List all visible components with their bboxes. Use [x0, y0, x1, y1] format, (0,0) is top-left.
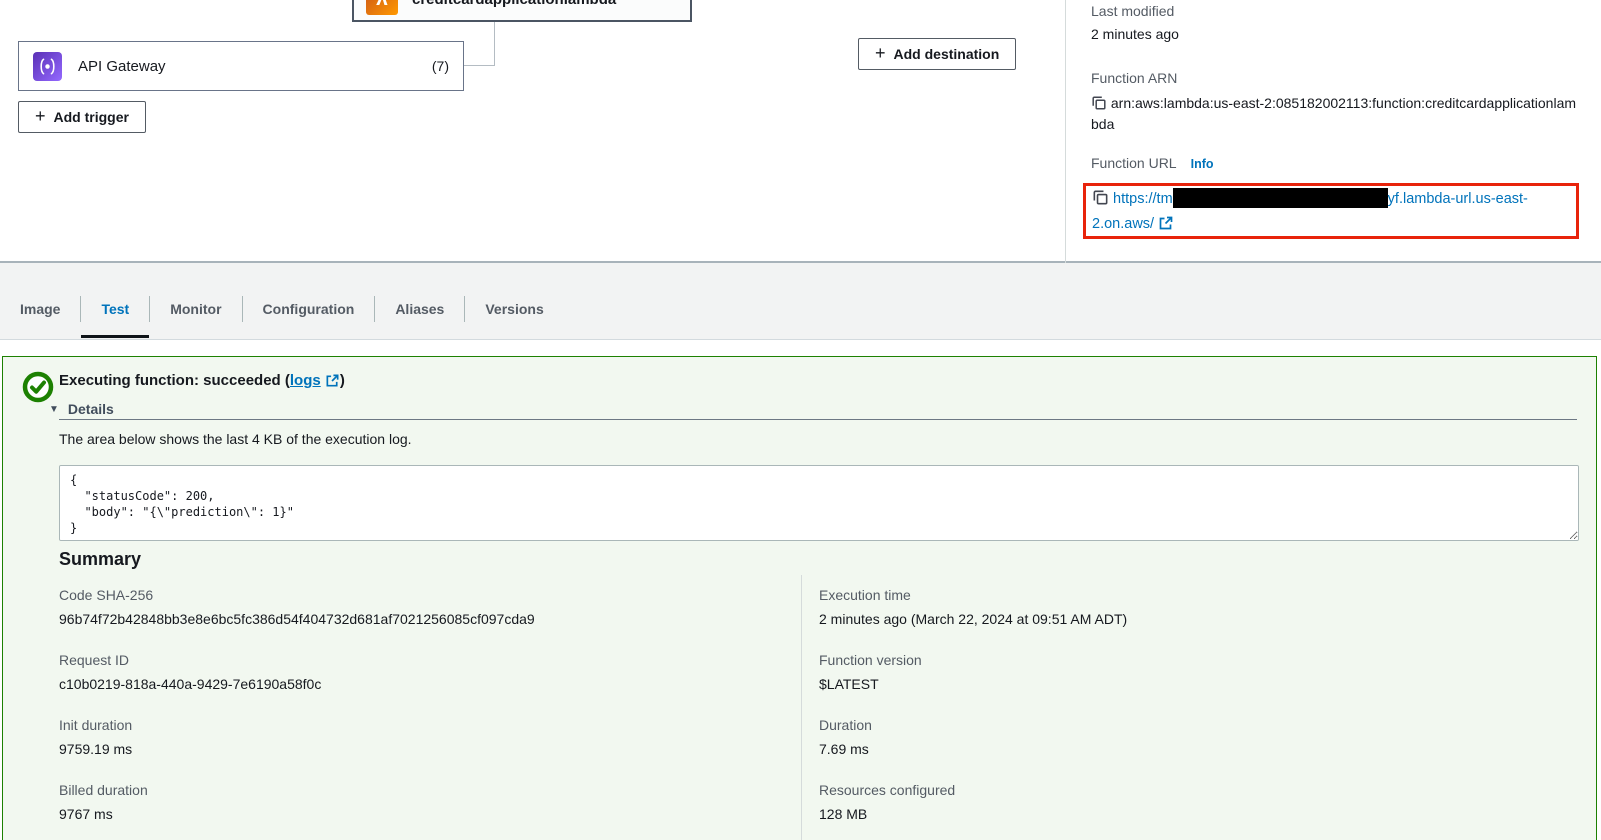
execution-status-title: Executing function: succeeded (logs ): [59, 372, 345, 389]
tab-monitor[interactable]: Monitor: [150, 279, 241, 339]
summary-item-value: 9759.19 ms: [59, 739, 679, 760]
redaction-bar: [1173, 188, 1388, 208]
caret-down-icon: ▼: [49, 404, 59, 415]
summary-item-request-id: Request ID c10b0219-818a-440a-9429-7e619…: [59, 651, 679, 695]
summary-item-function-version: Function version $LATEST: [819, 651, 1439, 695]
summary-item-label: Billed duration: [59, 781, 679, 799]
tab-bar: Image Test Monitor Configuration Aliases…: [0, 263, 1601, 340]
summary-right-column: Execution time 2 minutes ago (March 22, …: [819, 586, 1439, 840]
info-link[interactable]: Info: [1191, 157, 1214, 171]
success-check-icon: [22, 371, 54, 403]
summary-item-label: Duration: [819, 716, 1439, 734]
plus-icon: +: [875, 44, 886, 62]
add-trigger-button[interactable]: + Add trigger: [18, 101, 146, 133]
summary-item-value: 7.69 ms: [819, 739, 1439, 760]
api-gateway-count: (7): [432, 58, 449, 74]
tab-aliases[interactable]: Aliases: [375, 279, 464, 339]
summary-left-column: Code SHA-256 96b74f72b42848bb3e8e6bc5fc3…: [59, 586, 679, 840]
copy-icon[interactable]: [1092, 189, 1109, 206]
summary-item-label: Execution time: [819, 586, 1439, 604]
node-connector-vertical: [494, 22, 495, 65]
function-arn-row: arn:aws:lambda:us-east-2:085182002113:fu…: [1091, 93, 1577, 135]
function-url-highlight-box: https://tmyf.lambda-url.us-east-2.on.aws…: [1083, 183, 1579, 239]
node-connector-horizontal: [464, 65, 495, 66]
tab-configuration[interactable]: Configuration: [243, 279, 375, 339]
execution-log-textarea[interactable]: { "statusCode": 200, "body": "{\"predict…: [59, 465, 1579, 541]
api-gateway-icon: [33, 52, 62, 81]
summary-item-duration: Duration 7.69 ms: [819, 716, 1439, 760]
summary-item-label: Init duration: [59, 716, 679, 734]
summary-item-value: 128 MB: [819, 804, 1439, 825]
api-gateway-label: API Gateway: [78, 58, 166, 75]
log-caption: The area below shows the last 4 KB of th…: [59, 431, 412, 447]
tab-versions[interactable]: Versions: [465, 279, 563, 339]
summary-item-value: c10b0219-818a-440a-9429-7e6190a58f0c: [59, 674, 679, 695]
summary-item-value: 2 minutes ago (March 22, 2024 at 09:51 A…: [819, 609, 1439, 630]
lambda-function-node[interactable]: λ creditcardapplicationlambda: [352, 0, 692, 22]
status-title-close: ): [340, 372, 345, 389]
api-gateway-node[interactable]: API Gateway (7): [18, 41, 464, 91]
add-destination-label: Add destination: [894, 46, 1000, 62]
summary-item-resources-configured: Resources configured 128 MB: [819, 781, 1439, 825]
function-arn-value: arn:aws:lambda:us-east-2:085182002113:fu…: [1091, 95, 1576, 132]
summary-item-init-duration: Init duration 9759.19 ms: [59, 716, 679, 760]
lambda-console-page: λ creditcardapplicationlambda API Gatewa…: [0, 0, 1601, 840]
lambda-icon: λ: [366, 0, 398, 15]
summary-item-label: Request ID: [59, 651, 679, 669]
function-arn-label: Function ARN: [1091, 70, 1177, 86]
summary-column-divider: [801, 575, 802, 840]
summary-item-value: 9767 ms: [59, 804, 679, 825]
execution-result-panel: Executing function: succeeded (logs ) ▼ …: [2, 356, 1597, 840]
summary-item-value: 96b74f72b42848bb3e8e6bc5fc386d54f404732d…: [59, 609, 679, 630]
status-title-text: Executing function: succeeded (: [59, 372, 290, 389]
plus-icon: +: [35, 107, 46, 125]
last-modified-value: 2 minutes ago: [1091, 26, 1179, 42]
details-toggle[interactable]: ▼ Details: [49, 401, 114, 417]
external-link-icon: [1158, 215, 1174, 231]
function-details-panel: Last modified 2 minutes ago Function ARN…: [1065, 0, 1601, 263]
logs-link[interactable]: logs: [290, 372, 321, 389]
external-link-icon: [325, 373, 340, 388]
summary-heading: Summary: [59, 549, 141, 570]
add-destination-button[interactable]: + Add destination: [858, 38, 1016, 70]
function-overview-card: λ creditcardapplicationlambda API Gatewa…: [0, 0, 1601, 263]
function-url-prefix: https://tm: [1113, 191, 1173, 207]
tab-image[interactable]: Image: [20, 279, 80, 339]
summary-item-billed-duration: Billed duration 9767 ms: [59, 781, 679, 825]
function-url-label: Function URL: [1091, 155, 1177, 171]
summary-item-label: Function version: [819, 651, 1439, 669]
function-url-link[interactable]: https://tmyf.lambda-url.us-east-2.on.aws…: [1092, 191, 1528, 232]
summary-item-execution-time: Execution time 2 minutes ago (March 22, …: [819, 586, 1439, 630]
add-trigger-label: Add trigger: [54, 109, 129, 125]
function-url-header: Function URL Info: [1091, 155, 1214, 171]
details-toggle-label: Details: [68, 401, 114, 417]
summary-item-label: Resources configured: [819, 781, 1439, 799]
section-divider: [59, 419, 1577, 420]
copy-icon[interactable]: [1091, 95, 1107, 111]
lambda-node-label: creditcardapplicationlambda: [412, 0, 616, 8]
tab-test[interactable]: Test: [81, 279, 149, 339]
summary-item-value: $LATEST: [819, 674, 1439, 695]
summary-item-code-sha: Code SHA-256 96b74f72b42848bb3e8e6bc5fc3…: [59, 586, 679, 630]
last-modified-label: Last modified: [1091, 3, 1174, 19]
summary-item-label: Code SHA-256: [59, 586, 679, 604]
